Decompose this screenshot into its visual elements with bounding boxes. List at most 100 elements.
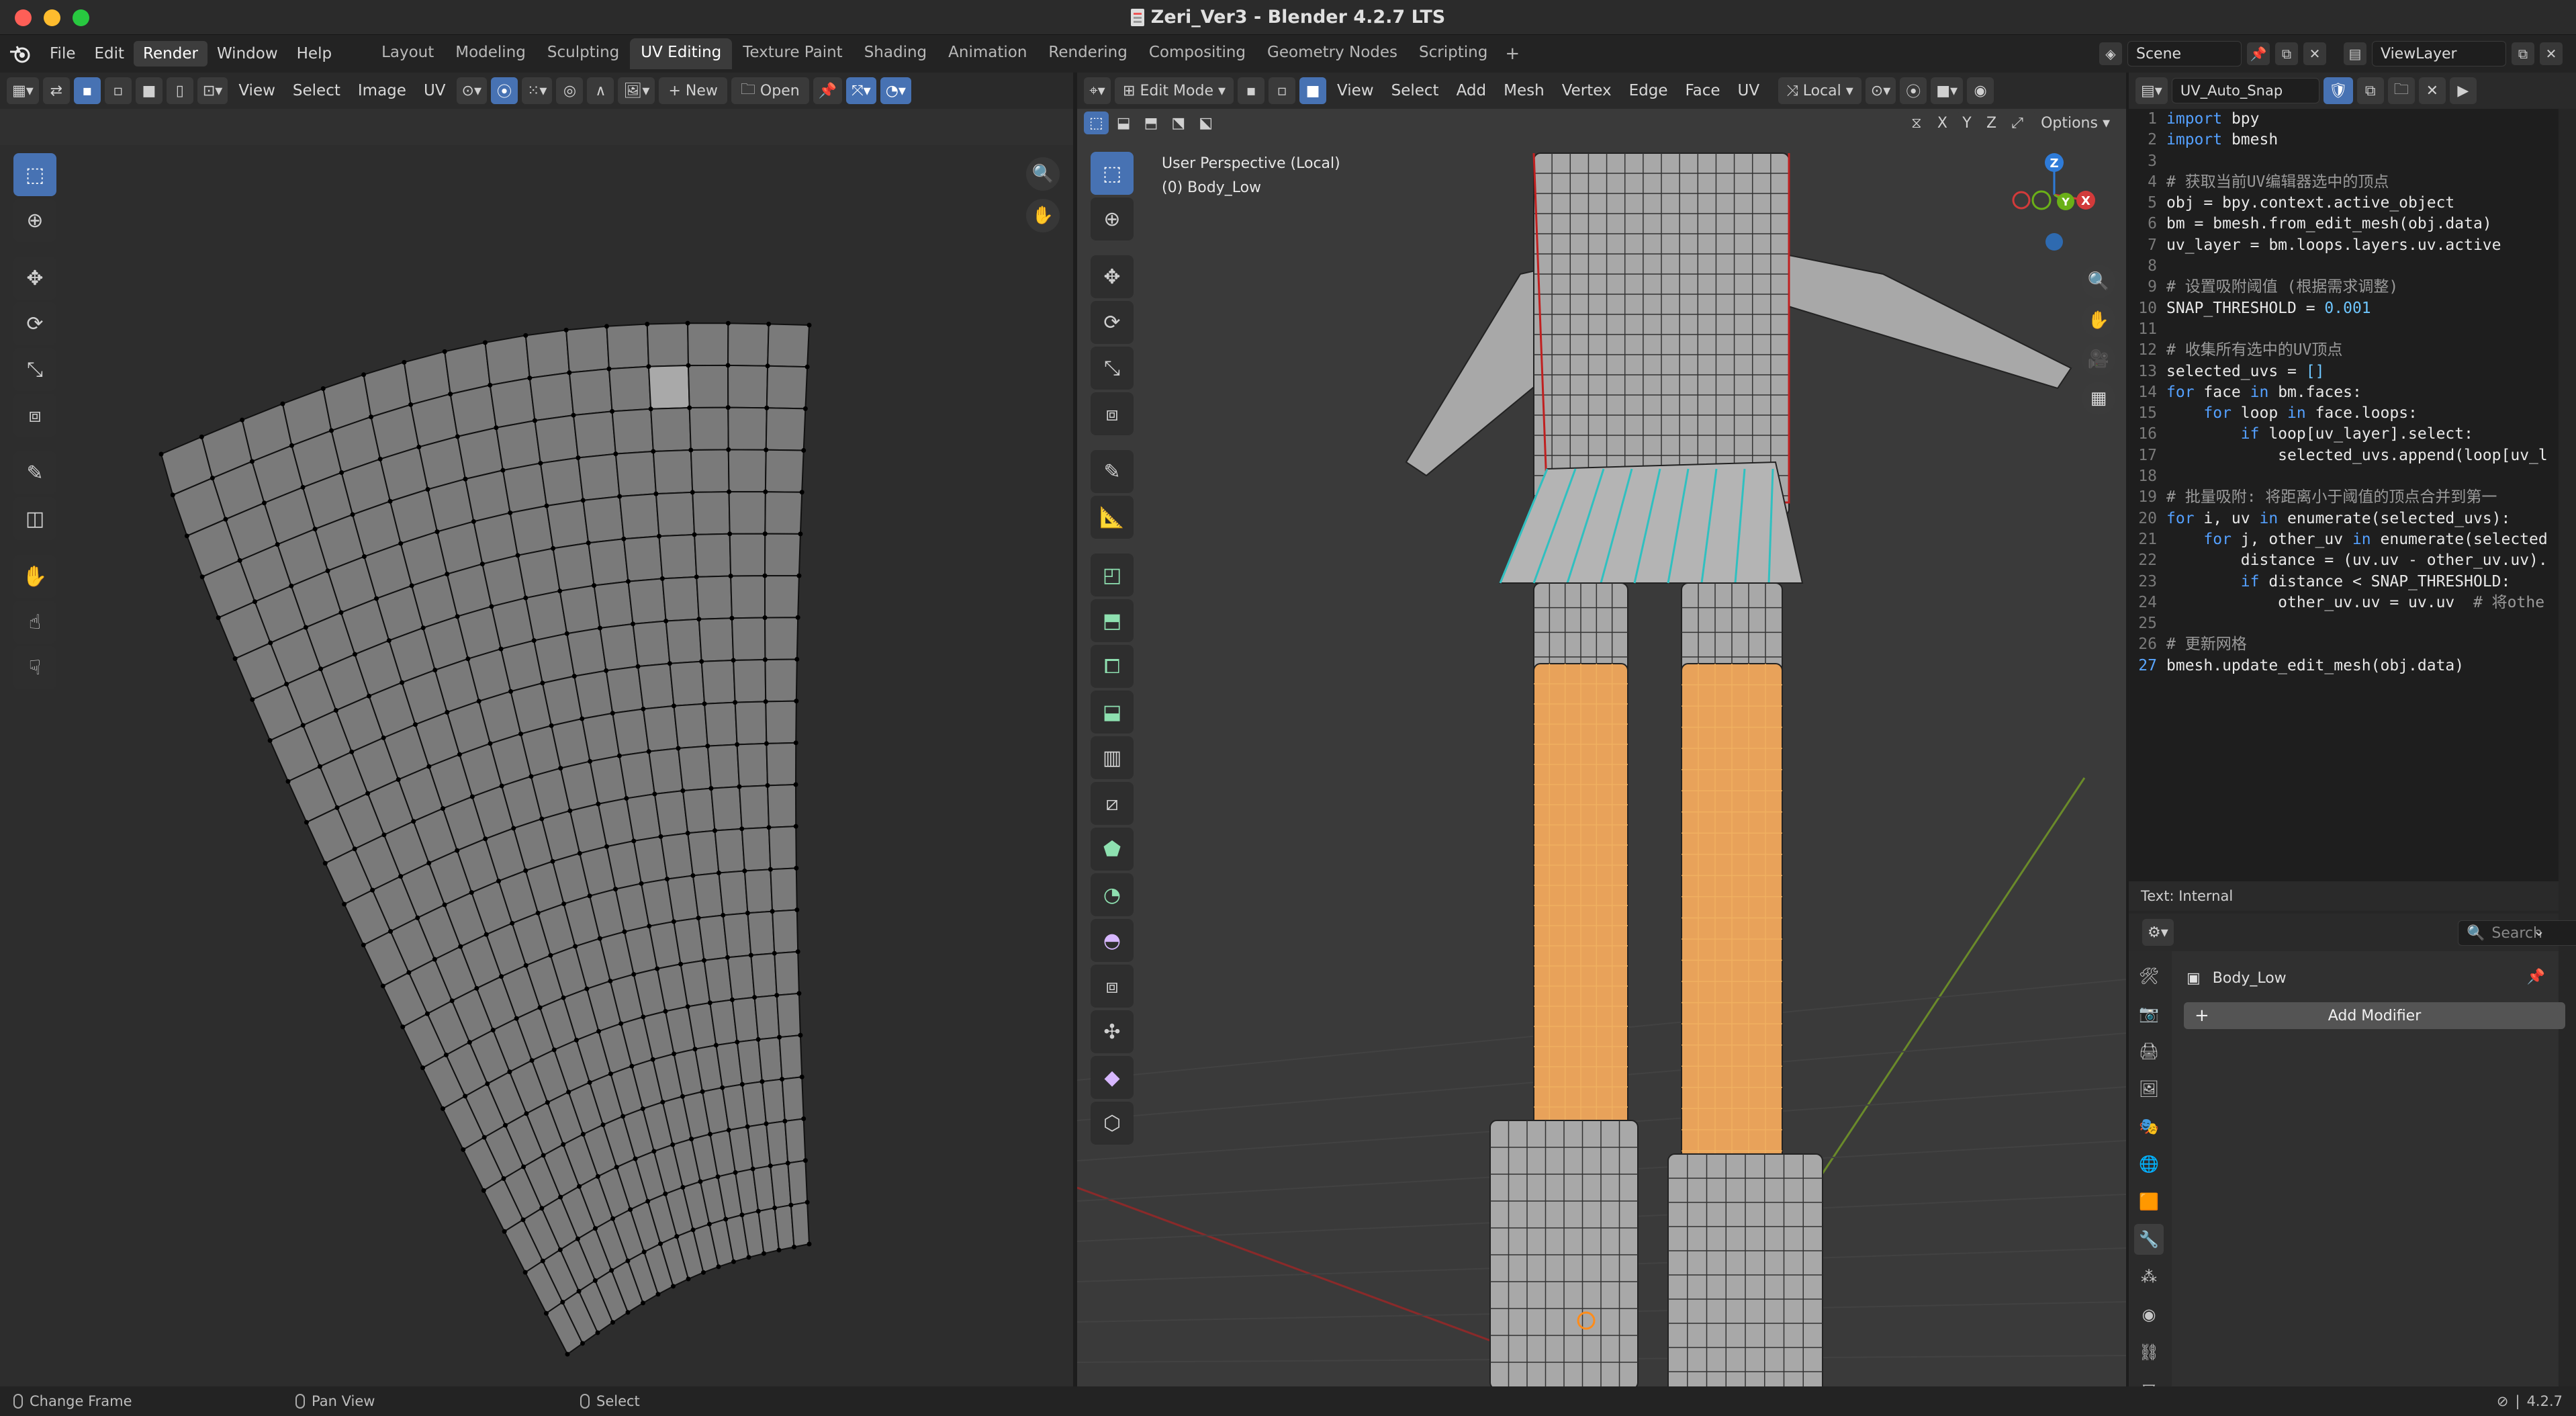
uv-vertex[interactable] [696, 916, 701, 921]
code-line[interactable]: 12 # 收集所有选中的UV顶点 [2129, 340, 2559, 361]
uv-vertex[interactable] [457, 752, 462, 757]
uv-face[interactable] [781, 1076, 804, 1122]
new-view-layer-icon[interactable]: ⧉ [2512, 42, 2534, 65]
uv-vertex[interactable] [408, 402, 414, 407]
uv-vertex[interactable] [655, 966, 660, 971]
uv-vertex[interactable] [799, 1074, 804, 1079]
code-line[interactable]: 24 other_uv.uv = uv.uv # 将othe [2129, 592, 2559, 613]
uv-vertex[interactable] [412, 722, 418, 727]
uv-canvas[interactable] [0, 145, 1073, 1386]
uv-vertex[interactable] [766, 825, 772, 830]
uv-vertex[interactable] [400, 680, 405, 685]
uv-vertex[interactable] [442, 902, 447, 908]
uv-face[interactable] [568, 368, 613, 416]
uv-vertex[interactable] [352, 652, 357, 657]
uv-vertex[interactable] [386, 638, 392, 644]
uv-vertex[interactable] [729, 615, 735, 621]
uv-vertex[interactable] [597, 936, 602, 941]
vp-menu-view[interactable]: View [1330, 82, 1381, 99]
uv-vertex[interactable] [455, 848, 460, 853]
view-layer-icon[interactable]: ▤ [2344, 42, 2366, 65]
bevel-tool-icon[interactable]: ⬓ [1091, 691, 1134, 734]
uv-vertex[interactable] [561, 995, 566, 1000]
uv-vertex[interactable] [580, 1132, 586, 1137]
uv-vertex[interactable] [658, 834, 663, 839]
uv-vertex[interactable] [320, 386, 326, 392]
uv-vertex[interactable] [499, 974, 504, 979]
uv-face[interactable] [687, 364, 729, 409]
uv-vertex[interactable] [465, 656, 471, 662]
uv-vertex[interactable] [420, 625, 426, 631]
uv-vertex[interactable] [434, 529, 440, 535]
uv-vertex[interactable] [742, 869, 747, 874]
uv-vertex[interactable] [489, 604, 494, 609]
uv-vertex[interactable] [793, 782, 798, 787]
code-line[interactable]: 6 bm = bmesh.from_edit_mesh(obj.data) [2129, 214, 2559, 234]
properties-editor-type-icon[interactable]: ⚙▾ [2142, 919, 2174, 946]
uv-vertex[interactable] [750, 1166, 755, 1171]
vp-select-box-tool-icon[interactable]: ⬚ [1091, 152, 1134, 195]
uv-vertex[interactable] [798, 531, 803, 537]
shear-tool-icon[interactable]: ◆ [1091, 1056, 1134, 1099]
extend-selection-icon[interactable]: ⬓ [1111, 112, 1136, 134]
uv-vertex[interactable] [515, 553, 520, 558]
uv-vertex[interactable] [641, 1014, 646, 1020]
uv-vertex[interactable] [608, 978, 613, 983]
menu-edit[interactable]: Edit [85, 41, 134, 67]
uv-vertex[interactable] [240, 417, 245, 423]
uv-vertex[interactable] [461, 1147, 466, 1152]
uv-vertex[interactable] [494, 425, 499, 431]
uv-face[interactable] [599, 623, 639, 672]
uv-vertex[interactable] [700, 1089, 705, 1094]
uv-vertex[interactable] [799, 490, 804, 495]
uv-vertex[interactable] [232, 656, 238, 662]
uv-vertex[interactable] [802, 1158, 808, 1163]
maximize-window-button[interactable] [73, 9, 89, 26]
uv-face[interactable] [652, 449, 694, 495]
uv-vertex[interactable] [688, 447, 694, 453]
uv-vertex[interactable] [449, 998, 455, 1004]
uv-vertex[interactable] [424, 1011, 430, 1016]
uv-vertex[interactable] [772, 950, 777, 956]
uv-vertex[interactable] [663, 619, 669, 624]
uv-vertex[interactable] [441, 806, 446, 811]
code-line[interactable]: 5 obj = bpy.context.active_object [2129, 193, 2559, 214]
uv-vertex[interactable] [223, 517, 228, 522]
uv-vertex[interactable] [502, 1229, 507, 1234]
uv-vertex[interactable] [571, 412, 576, 418]
uv-vertex[interactable] [731, 658, 736, 663]
scene-icon[interactable]: ◈ [2099, 42, 2122, 65]
text-file-selector[interactable]: UV_Auto_Snap [2171, 78, 2319, 103]
cursor-tool-icon[interactable]: ⊕ [13, 199, 56, 242]
uv-vertex[interactable] [469, 794, 475, 799]
uv-vertex[interactable] [303, 625, 308, 630]
uv-vertex[interactable] [561, 901, 567, 907]
uv-vertex[interactable] [633, 1156, 638, 1161]
uv-vertex[interactable] [210, 476, 215, 481]
uv-vertex[interactable] [524, 1111, 529, 1116]
uv-vertex[interactable] [735, 742, 740, 747]
uv-vertex[interactable] [698, 1179, 703, 1184]
code-line[interactable]: 19 # 批量吸附: 将距离小于阈值的顶点合并到第一 [2129, 487, 2559, 508]
uv-vertex[interactable] [610, 408, 615, 414]
uv-vertex[interactable] [545, 1100, 550, 1105]
uv-vertex[interactable] [798, 1032, 803, 1038]
uv-face[interactable] [677, 745, 712, 792]
uv-vertex[interactable] [537, 1005, 543, 1010]
uv-vertex[interactable] [490, 1027, 496, 1032]
uv-vertex[interactable] [576, 455, 581, 460]
uv-vertex[interactable] [543, 1311, 549, 1316]
pinch-tool-icon[interactable]: ☟ [13, 646, 56, 689]
add-cube-tool-icon[interactable]: ◰ [1091, 554, 1134, 596]
uv-vertex[interactable] [361, 372, 367, 378]
vp-menu-uv[interactable]: UV [1731, 82, 1767, 99]
uv-face[interactable] [495, 419, 542, 472]
new-text-icon[interactable]: ⧉ [2356, 77, 2384, 104]
uv-face[interactable] [770, 867, 798, 912]
uv-vertex[interactable] [400, 1024, 406, 1030]
uv-vertex[interactable] [680, 788, 686, 793]
menu-help[interactable]: Help [287, 41, 341, 67]
code-line[interactable]: 21 for j, other_uv in enumerate(selected [2129, 529, 2559, 550]
uv-vertex[interactable] [571, 674, 577, 679]
tab-scripting[interactable]: Scripting [1408, 38, 1498, 69]
